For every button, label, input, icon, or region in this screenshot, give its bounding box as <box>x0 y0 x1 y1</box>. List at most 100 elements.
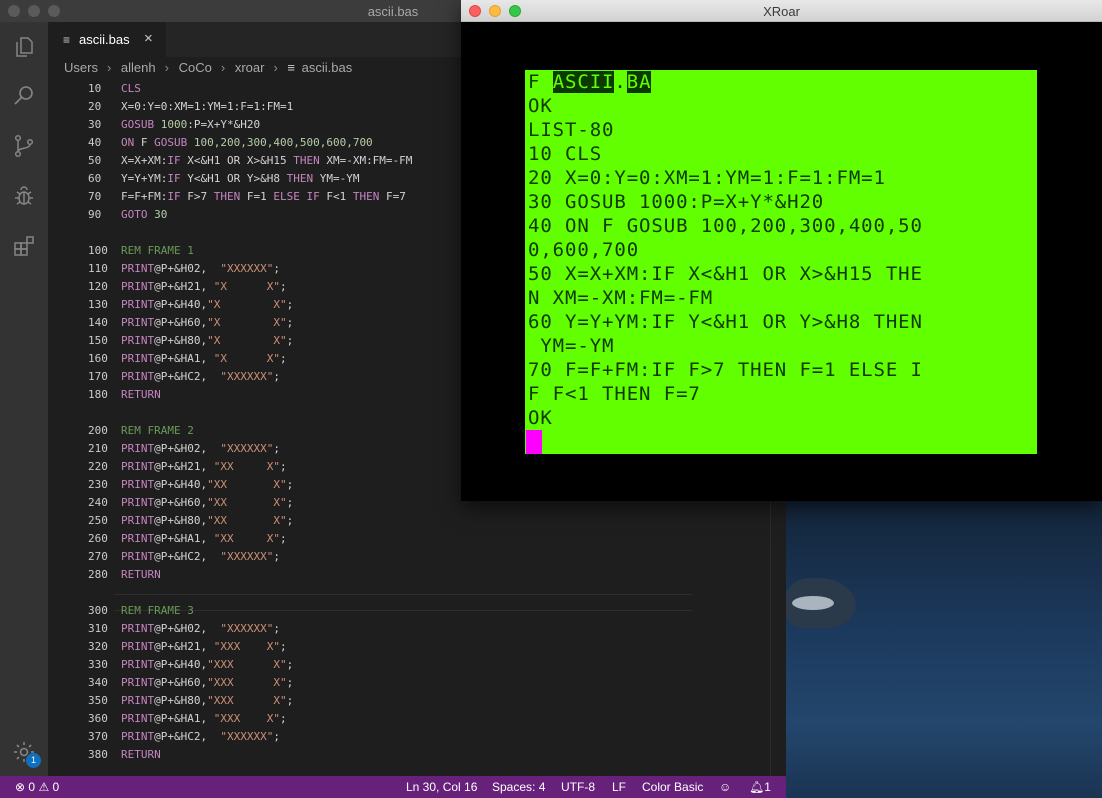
code-line[interactable] <box>48 584 688 602</box>
code-token: 1000 <box>160 118 188 131</box>
emulator-screen[interactable]: F ASCII.BA OK LIST-80 10 CLS 20 X=0:Y=0:XM=1… <box>525 70 1037 454</box>
close-icon[interactable]: × <box>144 30 153 47</box>
code-token: "X X" <box>207 298 287 311</box>
code-token: ; <box>273 622 280 635</box>
code-line[interactable]: 260 PRINT@P+&HA1, "XX X"; <box>48 530 688 548</box>
screen-text: 60 Y=Y+YM:IF Y<&H1 OR Y>&H8 THEN <box>528 311 923 333</box>
code-token: ; <box>273 442 280 455</box>
code-token: "XX X" <box>207 478 287 491</box>
code-line[interactable]: 360 PRINT@P+&HA1, "XXX X"; <box>48 710 688 728</box>
code-token: ; <box>286 334 294 347</box>
code-token: "XXXXXX" <box>220 370 274 383</box>
indentation-status[interactable]: Spaces: 4 <box>492 780 545 794</box>
file-lines-icon: ≡ <box>63 33 71 47</box>
code-token: "XXXXXX" <box>220 622 274 635</box>
code-token: F=7 <box>385 190 406 203</box>
wallpaper-foam <box>792 596 834 610</box>
breadcrumb-item-xroar[interactable]: xroar <box>235 60 265 75</box>
code-text: PRINT@P+&HC2, "XXXXXX"; <box>121 548 280 566</box>
code-token: ON <box>121 136 141 149</box>
code-token: PRINT <box>121 262 155 275</box>
xroar-window: XRoar F ASCII.BA OK LIST-80 10 CLS 20 X=0:Y=… <box>461 0 1102 501</box>
code-line[interactable]: 320 PRINT@P+&H21, "XXX X"; <box>48 638 688 656</box>
code-line[interactable]: 370 PRINT@P+&HC2, "XXXXXX"; <box>48 728 688 746</box>
extensions-icon[interactable] <box>12 234 36 258</box>
breadcrumb-item-users[interactable]: Users <box>64 60 98 75</box>
screen-text: 20 X=0:Y=0:XM=1:YM=1:F=1:FM=1 <box>528 167 886 189</box>
search-icon[interactable] <box>12 84 36 108</box>
line-number: 30 <box>88 118 102 131</box>
line-number: 200 <box>88 424 108 437</box>
code-token: PRINT <box>121 550 155 563</box>
code-token: GOTO <box>121 208 155 221</box>
code-line[interactable]: 350 PRINT@P+&H80,"XXX X"; <box>48 692 688 710</box>
code-text: X=0:Y=0:XM=1:YM=1:F=1:FM=1 <box>121 98 293 116</box>
error-icon: ⊗ <box>15 780 26 794</box>
code-token: "XXXXXX" <box>220 442 274 455</box>
code-token: X=0:Y=0:XM=1:YM=1:F=1:FM=1 <box>121 100 294 113</box>
chevron-right-icon: › <box>220 60 226 75</box>
screen-line: 50 X=X+XM:IF X<&H1 OR X>&H15 THE <box>528 262 923 286</box>
code-token: CLS <box>121 82 141 95</box>
code-token: RETURN <box>121 388 161 401</box>
code-line[interactable]: 330 PRINT@P+&H40,"XXX X"; <box>48 656 688 674</box>
code-token: @P+&H21, <box>154 460 214 473</box>
screen-text: N XM=-XM:FM=-FM <box>528 287 714 309</box>
code-token: "X X" <box>213 352 280 365</box>
code-line[interactable]: 280 RETURN <box>48 566 688 584</box>
code-line[interactable]: 340 PRINT@P+&H60,"XXX X"; <box>48 674 688 692</box>
code-token: ; <box>279 532 287 545</box>
code-token: :P=X+Y*&H20 <box>187 118 261 131</box>
code-text: PRINT@P+&H21, "XXX X"; <box>121 638 287 656</box>
settings-badge: 1 <box>26 753 41 768</box>
notifications-status[interactable]: 🔔︎1 <box>749 780 771 794</box>
cursor-position[interactable]: Ln 30, Col 16 <box>406 780 477 794</box>
code-token: ; <box>286 676 294 689</box>
code-token: THEN <box>352 190 386 203</box>
encoding-status[interactable]: UTF-8 <box>561 780 595 794</box>
code-token: F <box>140 136 155 149</box>
eol-status[interactable]: LF <box>612 780 626 794</box>
smiley-icon[interactable]: ☺ <box>719 780 731 794</box>
screen-text: 0,600,700 <box>528 239 640 261</box>
tab-ascii-bas[interactable]: ≡ ascii.bas × <box>48 22 166 57</box>
source-control-icon[interactable] <box>12 134 36 158</box>
code-line[interactable]: 270 PRINT@P+&HC2, "XXXXXX"; <box>48 548 688 566</box>
debug-icon[interactable] <box>12 184 36 208</box>
line-number: 90 <box>88 208 102 221</box>
code-token: REM FRAME 1 <box>121 244 194 257</box>
code-token: X=X+XM: <box>121 154 168 167</box>
code-token: @P+&H02, <box>154 442 221 455</box>
code-text: PRINT@P+&HC2, "XXXXXX"; <box>121 368 280 386</box>
code-token: PRINT <box>121 622 155 635</box>
code-text: PRINT@P+&H80,"X X"; <box>121 332 293 350</box>
code-line[interactable]: 310 PRINT@P+&H02, "XXXXXX"; <box>48 620 688 638</box>
breadcrumb-item-file[interactable]: ascii.bas <box>302 60 353 75</box>
code-line[interactable]: 250 PRINT@P+&H80,"XX X"; <box>48 512 688 530</box>
screen-text: OK <box>528 407 553 429</box>
screen-line: 0,600,700 <box>528 238 639 262</box>
code-line[interactable]: 300 REM FRAME 3 <box>48 602 688 620</box>
breadcrumb-item-allenh[interactable]: allenh <box>121 60 156 75</box>
code-line[interactable]: 380 RETURN <box>48 746 688 764</box>
code-text: GOTO 30 <box>121 206 167 224</box>
code-token: @P+&HA1, <box>154 532 214 545</box>
line-number: 170 <box>88 370 108 383</box>
screen-text: F F<1 THEN F=7 <box>528 383 701 405</box>
notification-count: 1 <box>764 780 771 794</box>
code-token: RETURN <box>121 748 161 761</box>
xroar-titlebar[interactable]: XRoar <box>461 0 1102 22</box>
code-token: "XX X" <box>207 514 287 527</box>
code-token: "XXX X" <box>207 658 287 671</box>
language-mode[interactable]: Color Basic <box>642 780 703 794</box>
breadcrumb-item-coco[interactable]: CoCo <box>179 60 212 75</box>
xroar-window-title: XRoar <box>763 4 800 19</box>
code-text: PRINT@P+&H21, "X X"; <box>121 278 287 296</box>
code-text: CLS <box>121 80 141 98</box>
problems-status[interactable]: ⊗ 0 ⚠ 0 <box>15 780 59 794</box>
code-token: THEN <box>293 154 327 167</box>
screen-text: 30 GOSUB 1000:P=X+Y*&H20 <box>528 191 825 213</box>
code-text: PRINT@P+&H80,"XXX X"; <box>121 692 293 710</box>
explorer-icon[interactable] <box>12 35 36 59</box>
code-token: ; <box>273 370 280 383</box>
